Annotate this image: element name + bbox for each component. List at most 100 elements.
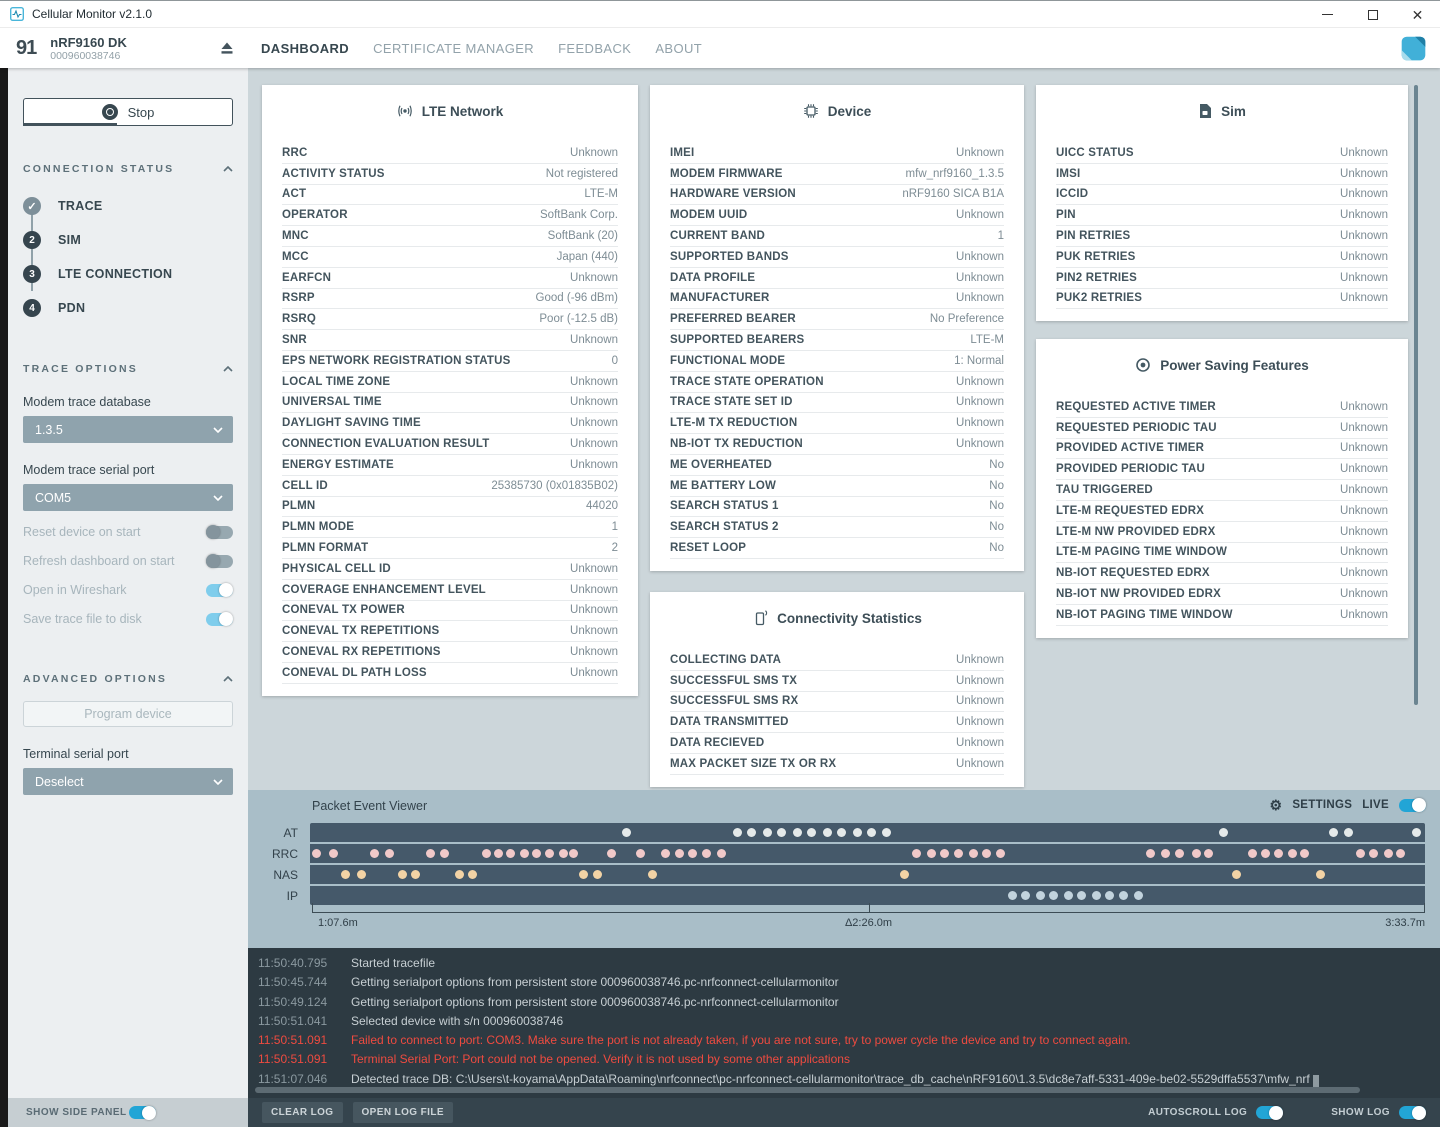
log-console[interactable]: 11:50:40.795 Started tracefile 11:50:45.… (248, 948, 1440, 1098)
maximize-button[interactable] (1350, 1, 1395, 28)
rrc-event-dot[interactable] (954, 849, 963, 858)
autoscroll-log-toggle[interactable] (1256, 1106, 1283, 1119)
open-in-wireshark-toggle[interactable] (206, 584, 233, 597)
ip-event-dot[interactable] (1134, 891, 1143, 900)
log-horizontal-scrollbar[interactable] (255, 1087, 1360, 1093)
rrc-event-dot[interactable] (912, 849, 921, 858)
ip-event-dot[interactable] (1119, 891, 1128, 900)
rrc-event-dot[interactable] (607, 849, 616, 858)
ip-event-dot[interactable] (1008, 891, 1017, 900)
ip-track[interactable]: IP (310, 886, 1425, 905)
rrc-event-dot[interactable] (1396, 849, 1405, 858)
nas-event-dot[interactable] (1316, 870, 1325, 879)
at-event-dot[interactable] (807, 828, 816, 837)
at-event-dot[interactable] (793, 828, 802, 837)
ip-event-dot[interactable] (1064, 891, 1073, 900)
nas-event-dot[interactable] (579, 870, 588, 879)
program-device-button[interactable]: Program device (23, 701, 233, 727)
at-event-dot[interactable] (622, 828, 631, 837)
rrc-event-dot[interactable] (506, 849, 515, 858)
nas-event-dot[interactable] (398, 870, 407, 879)
rrc-event-dot[interactable] (1248, 849, 1257, 858)
minimize-button[interactable] (1305, 1, 1350, 28)
nas-event-dot[interactable] (468, 870, 477, 879)
rrc-event-dot[interactable] (370, 849, 379, 858)
rrc-event-dot[interactable] (688, 849, 697, 858)
rrc-event-dot[interactable] (1384, 849, 1393, 858)
tab-dashboard[interactable]: DASHBOARD (261, 41, 349, 56)
tab-about[interactable]: ABOUT (655, 41, 702, 56)
rrc-event-dot[interactable] (520, 849, 529, 858)
rrc-event-dot[interactable] (702, 849, 711, 858)
at-track[interactable]: AT (310, 823, 1425, 842)
rrc-event-dot[interactable] (927, 849, 936, 858)
ip-event-dot[interactable] (1049, 891, 1058, 900)
nas-event-dot[interactable] (341, 870, 350, 879)
rrc-event-dot[interactable] (969, 849, 978, 858)
tab-certificate-manager[interactable]: CERTIFICATE MANAGER (373, 41, 534, 56)
rrc-event-dot[interactable] (1146, 849, 1155, 858)
trace-options-header[interactable]: TRACE OPTIONS (23, 363, 233, 375)
rrc-event-dot[interactable] (1192, 849, 1201, 858)
nas-track[interactable]: NAS (310, 865, 1425, 884)
refresh-dashboard-toggle[interactable] (206, 555, 233, 568)
rrc-event-dot[interactable] (532, 849, 541, 858)
rrc-event-dot[interactable] (996, 849, 1005, 858)
nas-event-dot[interactable] (1232, 870, 1241, 879)
nas-event-dot[interactable] (357, 870, 366, 879)
at-event-dot[interactable] (853, 828, 862, 837)
rrc-event-dot[interactable] (482, 849, 491, 858)
rrc-event-dot[interactable] (494, 849, 503, 858)
at-event-dot[interactable] (882, 828, 891, 837)
rrc-event-dot[interactable] (1288, 849, 1297, 858)
rrc-event-dot[interactable] (545, 849, 554, 858)
rrc-event-dot[interactable] (1356, 849, 1365, 858)
rrc-event-dot[interactable] (717, 849, 726, 858)
clear-log-button[interactable]: CLEAR LOG (262, 1102, 343, 1123)
save-trace-file-toggle[interactable] (206, 613, 233, 626)
rrc-event-dot[interactable] (312, 849, 321, 858)
rrc-event-dot[interactable] (1261, 849, 1270, 858)
at-event-dot[interactable] (1219, 828, 1228, 837)
advanced-options-header[interactable]: ADVANCED OPTIONS (23, 673, 233, 685)
rrc-event-dot[interactable] (636, 849, 645, 858)
nas-event-dot[interactable] (900, 870, 909, 879)
rrc-event-dot[interactable] (329, 849, 338, 858)
rrc-event-dot[interactable] (1175, 849, 1184, 858)
rrc-event-dot[interactable] (1369, 849, 1378, 858)
rrc-track[interactable]: RRC (310, 844, 1425, 863)
nas-event-dot[interactable] (411, 870, 420, 879)
show-side-panel-toggle[interactable] (129, 1106, 156, 1119)
device-selector[interactable]: 91 nRF9160 DK 000960038746 (0, 28, 248, 68)
at-event-dot[interactable] (763, 828, 772, 837)
open-log-file-button[interactable]: OPEN LOG FILE (353, 1102, 453, 1123)
at-event-dot[interactable] (777, 828, 786, 837)
rrc-event-dot[interactable] (385, 849, 394, 858)
rrc-event-dot[interactable] (1300, 849, 1309, 858)
rrc-event-dot[interactable] (440, 849, 449, 858)
terminal-serial-port-select[interactable]: Deselect (23, 768, 233, 795)
tab-feedback[interactable]: FEEDBACK (558, 41, 631, 56)
ip-event-dot[interactable] (1021, 891, 1030, 900)
nas-event-dot[interactable] (648, 870, 657, 879)
ip-event-dot[interactable] (1105, 891, 1114, 900)
at-event-dot[interactable] (1329, 828, 1338, 837)
reset-device-toggle[interactable] (206, 526, 233, 539)
rrc-event-dot[interactable] (426, 849, 435, 858)
at-event-dot[interactable] (733, 828, 742, 837)
live-toggle[interactable] (1399, 799, 1426, 812)
rrc-event-dot[interactable] (1204, 849, 1213, 858)
rrc-event-dot[interactable] (569, 849, 578, 858)
rrc-event-dot[interactable] (982, 849, 991, 858)
at-event-dot[interactable] (1344, 828, 1353, 837)
eject-icon[interactable] (220, 41, 234, 55)
dashboard-scrollbar[interactable] (1414, 85, 1418, 705)
ip-event-dot[interactable] (1092, 891, 1101, 900)
rrc-event-dot[interactable] (940, 849, 949, 858)
settings-button[interactable]: SETTINGS (1292, 799, 1352, 811)
rrc-event-dot[interactable] (675, 849, 684, 858)
at-event-dot[interactable] (1412, 828, 1421, 837)
ip-event-dot[interactable] (1077, 891, 1086, 900)
rrc-event-dot[interactable] (1161, 849, 1170, 858)
modem-trace-database-select[interactable]: 1.3.5 (23, 416, 233, 443)
